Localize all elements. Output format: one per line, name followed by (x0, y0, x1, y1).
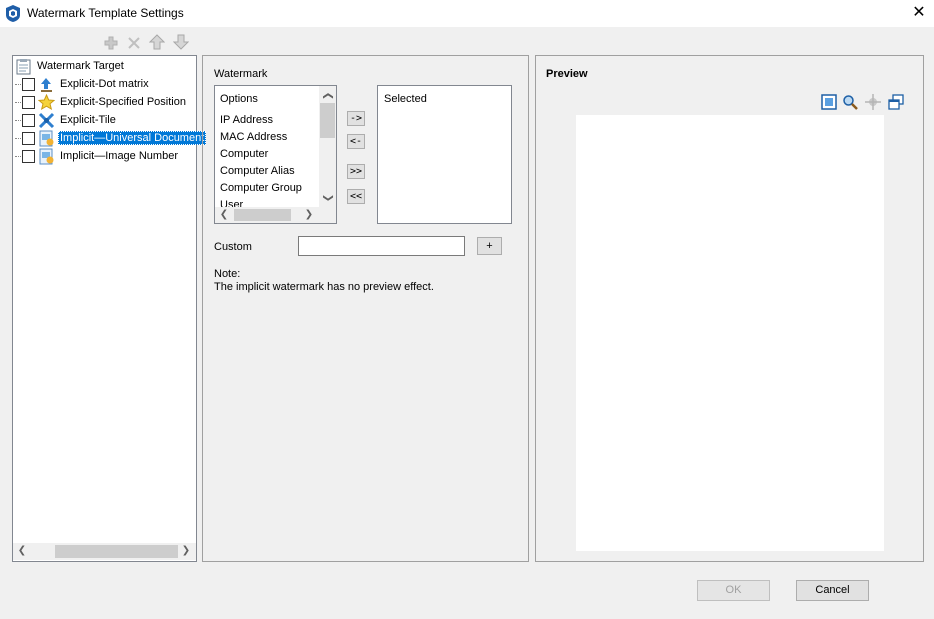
add-all-button[interactable]: >> (347, 164, 365, 179)
close-icon[interactable]: ✕ (909, 4, 929, 22)
tree-item-label: Explicit-Specified Position (60, 96, 186, 108)
clipboard-icon (16, 58, 31, 74)
move-up-icon[interactable] (149, 34, 165, 50)
tree-item-checkbox[interactable] (22, 113, 35, 127)
scroll-right-icon[interactable]: ❯ (178, 543, 194, 559)
scrollbar-thumb[interactable] (234, 209, 291, 221)
selected-list[interactable] (377, 85, 512, 224)
restore-icon[interactable] (888, 94, 904, 110)
preview-label: Preview (546, 68, 588, 80)
tree-root[interactable]: Watermark Target (15, 57, 126, 75)
tree-item-implicit-image-number[interactable]: Implicit—Image Number (15, 147, 180, 165)
tree-item-checkbox[interactable] (22, 95, 35, 109)
note-title: Note: (214, 268, 241, 280)
add-selected-button[interactable]: -> (347, 111, 365, 126)
zoom-icon[interactable] (842, 94, 858, 110)
document-icon (39, 130, 54, 146)
add-icon[interactable] (103, 35, 119, 51)
scrollbar-thumb[interactable] (55, 545, 178, 558)
option-item[interactable]: User (220, 199, 243, 207)
shield-app-icon (6, 5, 20, 22)
tree-root-label: Watermark Target (37, 60, 124, 72)
ok-button[interactable]: OK (697, 580, 770, 601)
dot-matrix-icon (41, 77, 52, 92)
image-icon (39, 148, 54, 164)
tree-item-label: Implicit—Image Number (60, 150, 178, 162)
watermark-group-label: Watermark (214, 68, 268, 80)
tree-item-explicit-dot-matrix[interactable]: Explicit-Dot matrix (15, 75, 151, 93)
remove-all-button[interactable]: << (347, 189, 365, 204)
move-down-icon[interactable] (173, 34, 189, 50)
star-icon (38, 93, 55, 110)
scroll-left-icon[interactable]: ❮ (14, 543, 30, 559)
remove-selected-button[interactable]: <- (347, 134, 365, 149)
option-item[interactable]: Computer Alias (220, 165, 295, 177)
option-item[interactable]: IP Address (220, 114, 273, 126)
window-title: Watermark Template Settings (27, 6, 184, 20)
tree-item-checkbox[interactable] (22, 131, 35, 145)
scroll-up-icon[interactable]: ❮ (320, 88, 336, 105)
options-header: Options (220, 93, 258, 105)
preview-canvas (576, 115, 884, 551)
fit-page-icon[interactable] (821, 94, 837, 110)
option-item[interactable]: Computer Group (220, 182, 302, 194)
scroll-right-icon[interactable]: ❯ (301, 207, 317, 223)
cancel-button[interactable]: Cancel (796, 580, 869, 601)
custom-label: Custom (214, 241, 252, 253)
option-item[interactable]: MAC Address (220, 131, 287, 143)
tree-item-label: Explicit-Dot matrix (60, 78, 149, 90)
scroll-down-icon[interactable]: ❯ (320, 190, 336, 207)
delete-icon[interactable] (126, 35, 142, 51)
tree-item-explicit-specified-position[interactable]: Explicit-Specified Position (15, 93, 188, 111)
tree-item-label: Explicit-Tile (60, 114, 116, 126)
note-text: The implicit watermark has no preview ef… (214, 281, 434, 293)
scroll-left-icon[interactable]: ❮ (216, 207, 232, 223)
tree-item-label: Implicit—Universal Document (58, 131, 207, 145)
option-item[interactable]: Computer (220, 148, 268, 160)
custom-input[interactable] (298, 236, 465, 256)
scrollbar-thumb[interactable] (320, 103, 335, 138)
selected-header: Selected (384, 93, 427, 105)
tree-item-explicit-tile[interactable]: Explicit-Tile (15, 111, 118, 129)
tree-item-checkbox[interactable] (22, 149, 35, 163)
custom-add-button[interactable]: + (477, 237, 502, 255)
tile-icon (38, 112, 55, 128)
tree-item-checkbox[interactable] (22, 77, 35, 91)
tree-item-implicit-universal-document[interactable]: Implicit—Universal Document (15, 129, 207, 147)
pan-icon[interactable] (865, 94, 881, 110)
